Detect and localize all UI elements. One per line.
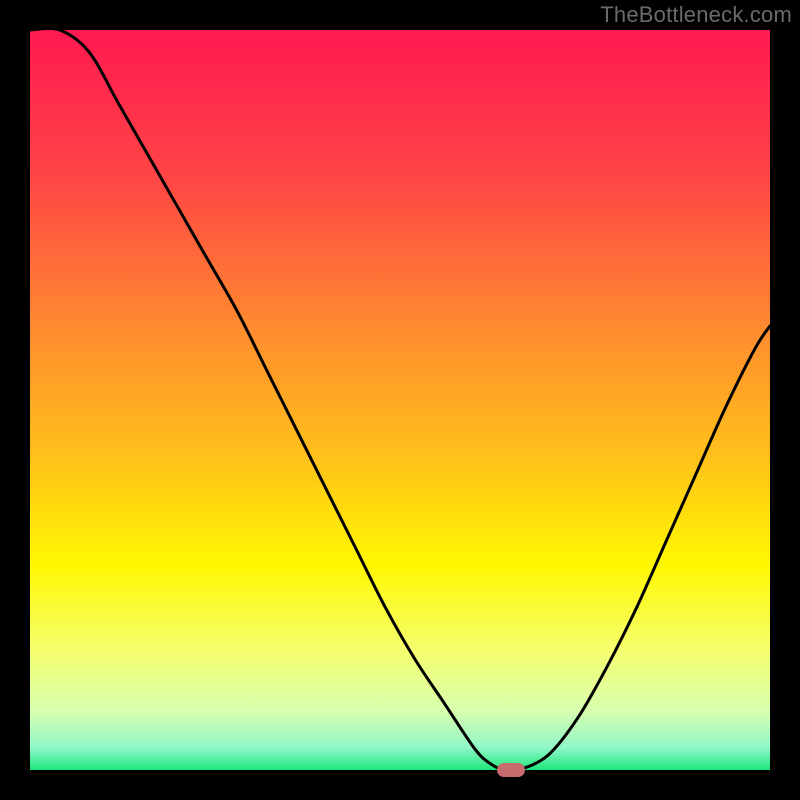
- curve-line: [30, 30, 770, 770]
- bottleneck-marker: [497, 763, 525, 777]
- watermark-text: TheBottleneck.com: [600, 2, 792, 28]
- plot-area: [30, 30, 770, 770]
- chart-frame: TheBottleneck.com: [0, 0, 800, 800]
